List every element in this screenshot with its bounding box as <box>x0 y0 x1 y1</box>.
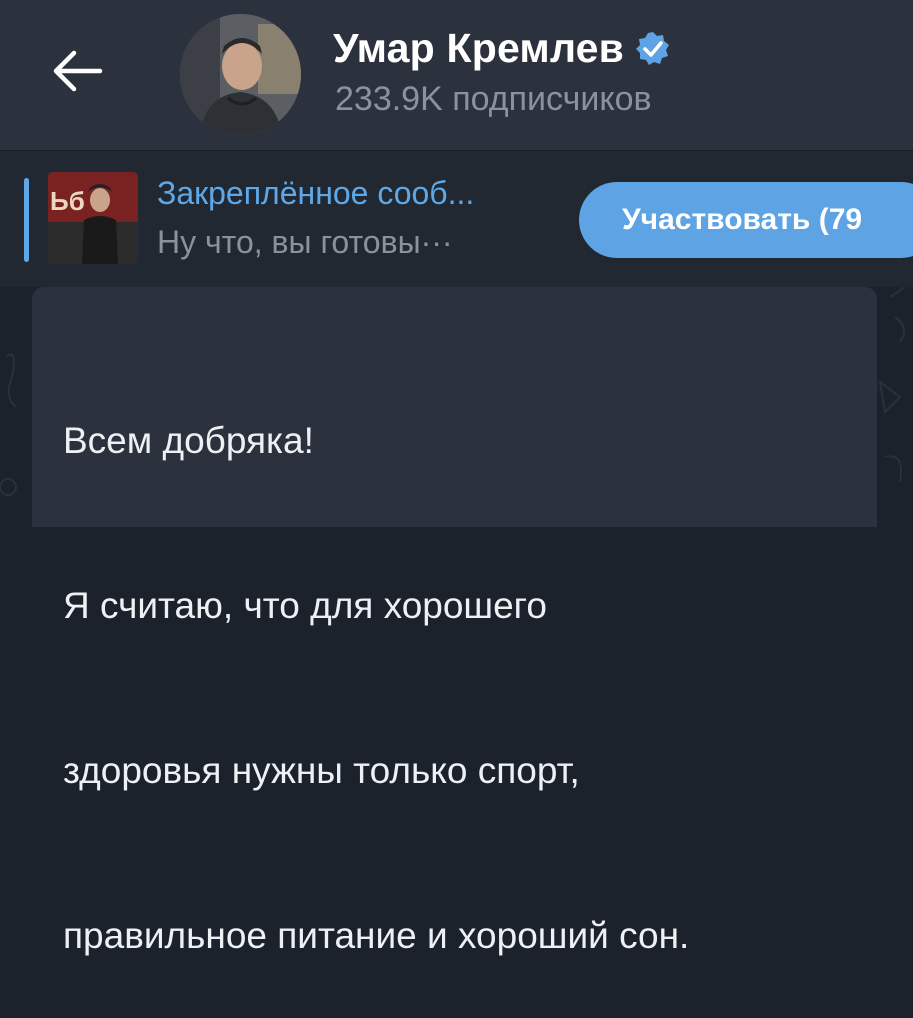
pinned-title: Закреплённое сооб... <box>157 175 475 211</box>
subscriber-count: 233.9K подписчиков <box>335 80 652 118</box>
pinned-indicator-bar <box>24 178 29 262</box>
pinned-preview: Ну что, вы готовы··· <box>157 224 453 260</box>
pinned-thumbnail[interactable]: Ьб <box>48 172 138 264</box>
channel-title-row[interactable]: Умар Кремлев <box>333 18 672 78</box>
participate-button[interactable]: Участвовать (79 <box>579 182 913 258</box>
channel-avatar[interactable] <box>180 14 301 135</box>
verified-badge-icon <box>636 32 670 65</box>
message-line: Всем добряка! <box>63 420 314 461</box>
pinned-photo-icon: Ьб <box>48 172 138 264</box>
svg-text:Ьб: Ьб <box>50 186 85 216</box>
message-line: правильное питание и хороший сон. <box>63 915 690 956</box>
avatar-photo-icon <box>180 14 301 135</box>
back-arrow-icon[interactable] <box>50 46 106 96</box>
message-line: Я считаю, что для хорошего <box>63 585 547 626</box>
message-text: Всем добряка! Я считаю, что для хорошего… <box>63 303 689 1018</box>
message-line: здоровья нужны только спорт, <box>63 750 580 791</box>
channel-name: Умар Кремлев <box>333 24 625 71</box>
